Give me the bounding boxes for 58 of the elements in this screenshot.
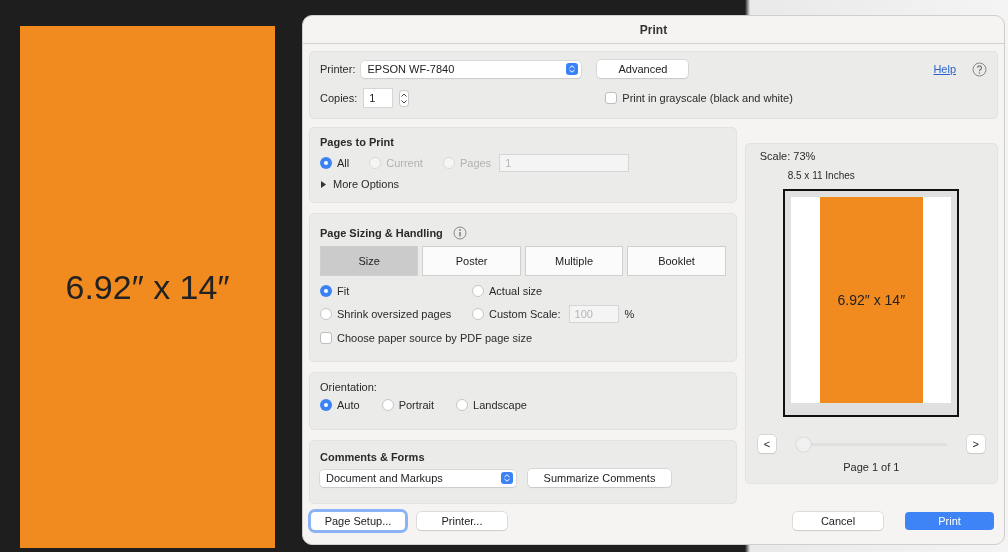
radio-button[interactable] [456, 399, 469, 411]
tab[interactable]: Size [320, 246, 419, 276]
next-page-button[interactable]: > [966, 435, 985, 453]
radio-button[interactable] [320, 308, 332, 320]
radio-label: Pages [459, 157, 492, 169]
triangle-icon [320, 180, 327, 188]
page-text: 6.92″ x 14″ [837, 292, 906, 308]
help-link[interactable]: Help [933, 63, 956, 75]
dropdown-arrows-icon [566, 63, 579, 75]
radio-button[interactable] [472, 308, 484, 320]
printer-select[interactable]: EPSON WF-7840 [361, 60, 582, 78]
print-button[interactable]: Print [905, 512, 994, 530]
stepper-icon[interactable] [399, 89, 410, 107]
copies-field[interactable]: 1 [363, 88, 394, 108]
radio-button[interactable] [320, 399, 332, 411]
page-count: Page 1 of 1 [843, 461, 900, 473]
radio-label: Landscape [473, 399, 527, 411]
previous-page-button[interactable]: < [757, 435, 777, 453]
radio-button[interactable] [472, 285, 484, 297]
scale-label: Scale: 73% [759, 150, 816, 162]
summarize-comments-button[interactable]: Summarize Comments [528, 469, 671, 487]
printer-label: Printer: [320, 63, 356, 75]
help-icon[interactable] [972, 61, 987, 77]
radio-label: Portrait [398, 399, 435, 411]
copies-label: Copies: [320, 92, 358, 104]
cancel-button[interactable]: Cancel [793, 512, 883, 530]
dropdown-arrows-icon [501, 472, 513, 484]
paper-size-label: 8.5 x 11 Inches [787, 170, 855, 181]
grayscale-label: Print in grayscale (black and white) [622, 92, 793, 104]
radio-label: Fit [337, 285, 350, 297]
percent-label: % [624, 308, 635, 320]
radio-label: Actual size [489, 285, 543, 297]
checkbox[interactable] [320, 332, 332, 344]
more-options-toggle[interactable]: More Options [320, 178, 726, 190]
radio-label: Shrink oversized pages [337, 308, 452, 320]
page-setup-button[interactable]: Page Setup... [311, 512, 405, 530]
advanced-button[interactable]: Advanced [597, 60, 689, 78]
radio-button[interactable] [320, 157, 332, 169]
orientation-label: Orientation: [320, 381, 378, 393]
radio-label: Custom Scale: [489, 308, 561, 320]
tab[interactable]: Multiple [524, 246, 624, 276]
radio-button[interactable] [381, 399, 394, 411]
section-heading: Pages to Print [320, 136, 395, 148]
printer-button[interactable]: Printer... [417, 512, 507, 530]
comments-select[interactable]: Document and Markups [320, 469, 516, 487]
dialog-title: Print [639, 22, 668, 37]
section-heading: Page Sizing & Handling [320, 227, 443, 239]
info-icon[interactable] [452, 226, 467, 240]
radio-button[interactable] [320, 285, 332, 297]
page-text: 6.92″ x 14″ [65, 267, 230, 307]
radio-label: All [337, 157, 350, 169]
tab[interactable]: Poster [422, 246, 521, 276]
radio-label: Current [386, 157, 423, 169]
section-heading: Comments & Forms [320, 451, 426, 463]
paper-source-label: Choose paper source by PDF page size [337, 332, 533, 344]
tab[interactable]: Booklet [627, 246, 726, 276]
radio-label: Auto [337, 399, 360, 411]
checkbox[interactable] [605, 92, 618, 104]
